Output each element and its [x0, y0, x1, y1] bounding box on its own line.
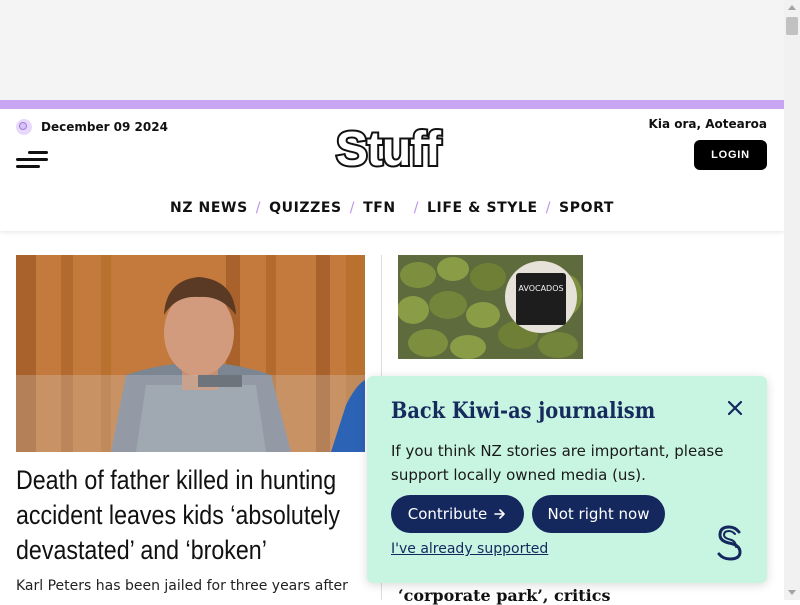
side-story-image[interactable]: AVOCADOS — [398, 255, 583, 359]
headline-line: devastated’ and ‘broken’ — [16, 535, 267, 565]
contribute-button[interactable]: Contribute — [391, 495, 524, 533]
greeting-text: Kia ora, Aotearoa — [648, 117, 767, 131]
login-button[interactable]: LOGIN — [694, 140, 767, 170]
accent-bar — [0, 100, 784, 109]
nav-separator: / — [349, 200, 356, 216]
scroll-down-arrow-icon[interactable] — [788, 590, 796, 595]
top-ad-placeholder — [0, 0, 784, 100]
support-popup: Back Kiwi-as journalism If you think NZ … — [367, 376, 767, 583]
scroll-up-arrow-icon[interactable] — [788, 5, 796, 10]
svg-text:Stuff: Stuff — [336, 123, 442, 175]
page-scrollbar[interactable] — [784, 0, 800, 600]
radio-live-icon — [16, 119, 32, 135]
scroll-thumb[interactable] — [786, 17, 798, 35]
already-supported-link[interactable]: I've already supported — [391, 541, 548, 557]
nav-item-sport[interactable]: SPORT — [559, 200, 614, 216]
nav-separator: / — [255, 200, 262, 216]
nav-separator: / — [545, 200, 552, 216]
nav-separator: / — [413, 200, 420, 216]
nav-item-tfn[interactable]: TFN — [363, 200, 396, 216]
hamburger-menu-icon[interactable] — [16, 149, 48, 171]
site-header: December 09 2024 Kia ora, Aotearoa Stuff… — [0, 109, 784, 231]
nav-item-quizzes[interactable]: QUIZZES — [269, 200, 342, 216]
headline-line: Death of father killed in hunting — [16, 465, 337, 495]
headline-line: accident leaves kids ‘absolutely — [16, 500, 340, 530]
arrow-right-icon — [494, 509, 506, 519]
lead-headline[interactable]: Death of father killed in hunting accide… — [16, 463, 340, 568]
not-right-now-button[interactable]: Not right now — [532, 495, 665, 533]
nav-item-life-style[interactable]: LIFE & STYLE — [427, 200, 538, 216]
side-story-headline[interactable]: ‘corporate park’, critics — [398, 586, 610, 605]
close-icon[interactable] — [725, 398, 745, 418]
nav-item-nz-news[interactable]: NZ NEWS — [170, 200, 248, 216]
stuff-logo[interactable]: Stuff — [322, 123, 454, 175]
popup-title: Back Kiwi-as journalism — [391, 398, 656, 424]
date-display: December 09 2024 — [16, 119, 168, 135]
stuff-s-icon — [717, 525, 742, 561]
contribute-label: Contribute — [407, 505, 488, 523]
main-nav: NZ NEWS / QUIZZES / TFN / LIFE & STYLE /… — [0, 200, 784, 216]
lead-story-image[interactable] — [16, 255, 365, 452]
lead-summary: Karl Peters has been jailed for three ye… — [16, 578, 348, 594]
popup-body: If you think NZ stories are important, p… — [391, 442, 724, 484]
date-text: December 09 2024 — [41, 120, 168, 134]
svg-text:AVOCADOS: AVOCADOS — [518, 284, 563, 293]
